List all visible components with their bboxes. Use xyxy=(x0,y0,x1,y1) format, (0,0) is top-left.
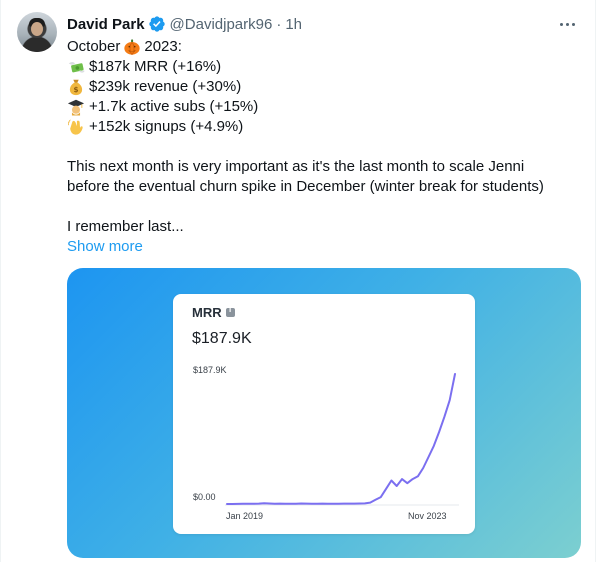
y-tick-label: $0.00 xyxy=(193,492,216,502)
author-handle[interactable]: @Davidjpark96 xyxy=(170,16,273,33)
metric-label-text: MRR xyxy=(192,305,222,320)
tweet-text: October 2023: $187k MRR (+16%) $ $239k r… xyxy=(67,37,577,257)
chart-series-line xyxy=(226,373,456,505)
tweet-line-text: $187k MRR (+16%) xyxy=(89,58,222,75)
money-with-wings-emoji-icon xyxy=(68,62,85,73)
tweet-line-text: +152k signups (+4.9%) xyxy=(89,118,244,135)
tweet-line: +1.7k active subs (+15%) xyxy=(67,97,577,117)
tweet-line: before the eventual churn spike in Decem… xyxy=(67,178,544,195)
metric-label: MRR xyxy=(192,305,235,320)
tweet-line: I remember last... xyxy=(67,218,184,235)
tweet-line: $187k MRR (+16%) xyxy=(67,57,577,77)
tweet-line: $ $239k revenue (+30%) xyxy=(67,77,577,97)
money-bag-emoji-icon: $ xyxy=(69,79,83,96)
pumpkin-emoji-icon xyxy=(124,39,141,55)
show-more-link[interactable]: Show more xyxy=(67,237,577,257)
author-name[interactable]: David Park xyxy=(67,16,145,33)
graduation-cap-emoji-icon xyxy=(67,99,85,116)
avatar[interactable] xyxy=(17,12,57,52)
info-icon xyxy=(225,305,235,317)
x-tick-label: Jan 2019 xyxy=(226,511,263,521)
x-tick-label: Nov 2023 xyxy=(408,511,447,521)
tweet-line: October 2023: xyxy=(67,37,577,57)
tweet-line: This next month is very important as it'… xyxy=(67,158,525,175)
mrr-chart-panel: MRR $187.9K $187.9K $0.00 Jan 2019 Nov 2… xyxy=(173,294,475,534)
mrr-line-chart: $187.9K $0.00 Jan 2019 Nov 2023 xyxy=(193,365,459,521)
tweet-line-text: 2023: xyxy=(144,38,182,55)
waving-hand-emoji-icon xyxy=(67,119,83,135)
tweet-card[interactable]: David Park @Davidjpark96 · 1h October 20… xyxy=(0,0,596,562)
media-card[interactable]: MRR $187.9K $187.9K $0.00 Jan 2019 Nov 2… xyxy=(67,268,581,558)
separator-dot: · xyxy=(276,15,282,33)
tweet-header: David Park @Davidjpark96 · 1h xyxy=(67,14,302,34)
timestamp[interactable]: 1h xyxy=(285,16,302,33)
tweet-line-text: +1.7k active subs (+15%) xyxy=(89,98,259,115)
verified-badge-icon xyxy=(148,16,165,32)
metric-value: $187.9K xyxy=(192,330,252,347)
y-tick-label: $187.9K xyxy=(193,365,227,375)
tweet-line-text: $239k revenue (+30%) xyxy=(89,78,242,95)
tweet-line-text: October xyxy=(67,38,121,55)
svg-text:$: $ xyxy=(73,85,78,94)
more-options-icon[interactable] xyxy=(557,14,577,34)
tweet-line: +152k signups (+4.9%) xyxy=(67,117,577,137)
